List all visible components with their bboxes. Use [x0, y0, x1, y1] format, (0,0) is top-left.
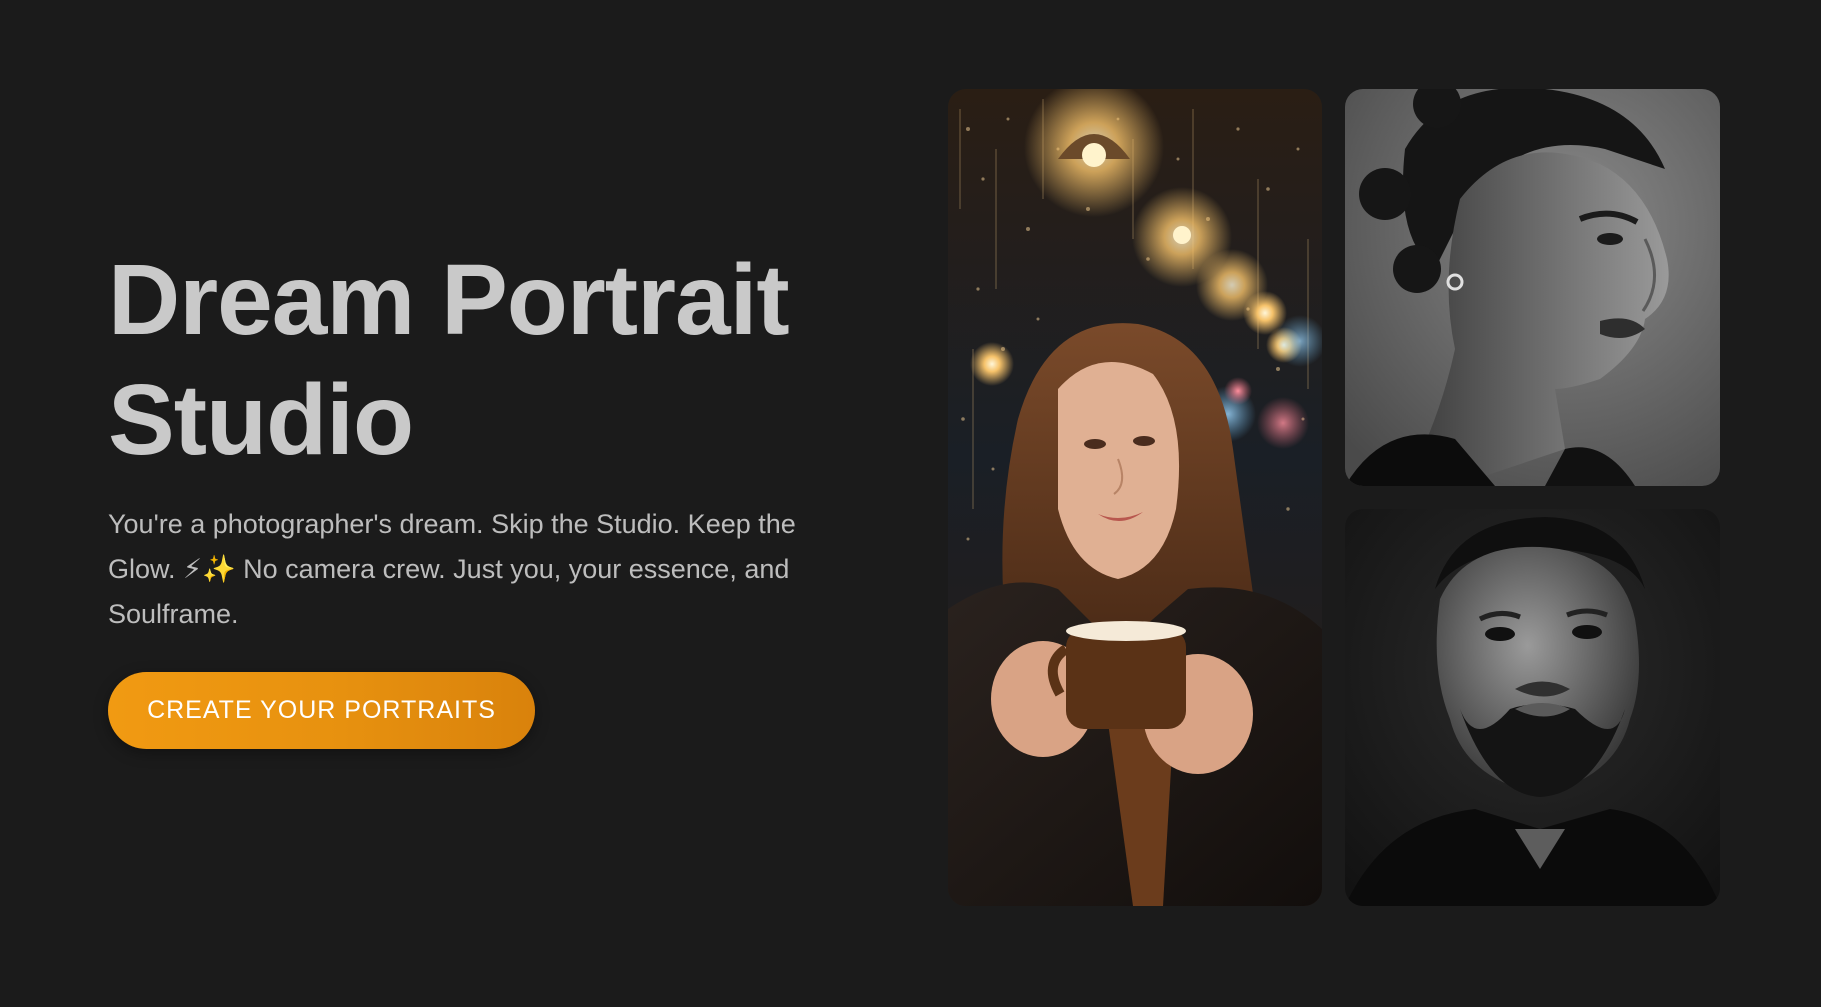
hero-subtitle: You're a photographer's dream. Skip the …	[108, 509, 796, 629]
cafe-portrait-photo	[948, 89, 1322, 906]
man-bw-portrait-photo	[1345, 509, 1720, 906]
hero-section: Dream Portrait Studio You're a photograph…	[108, 240, 868, 637]
woman-bw-portrait-photo	[1345, 89, 1720, 486]
hero-title-line-2: Studio	[108, 364, 414, 476]
landing-page: Dream Portrait Studio You're a photograph…	[0, 0, 1821, 1007]
create-portraits-button[interactable]: CREATE YOUR PORTRAITS	[108, 672, 535, 749]
hero-title-line-1: Dream Portrait	[108, 244, 790, 356]
hero-title: Dream Portrait Studio	[108, 240, 868, 480]
